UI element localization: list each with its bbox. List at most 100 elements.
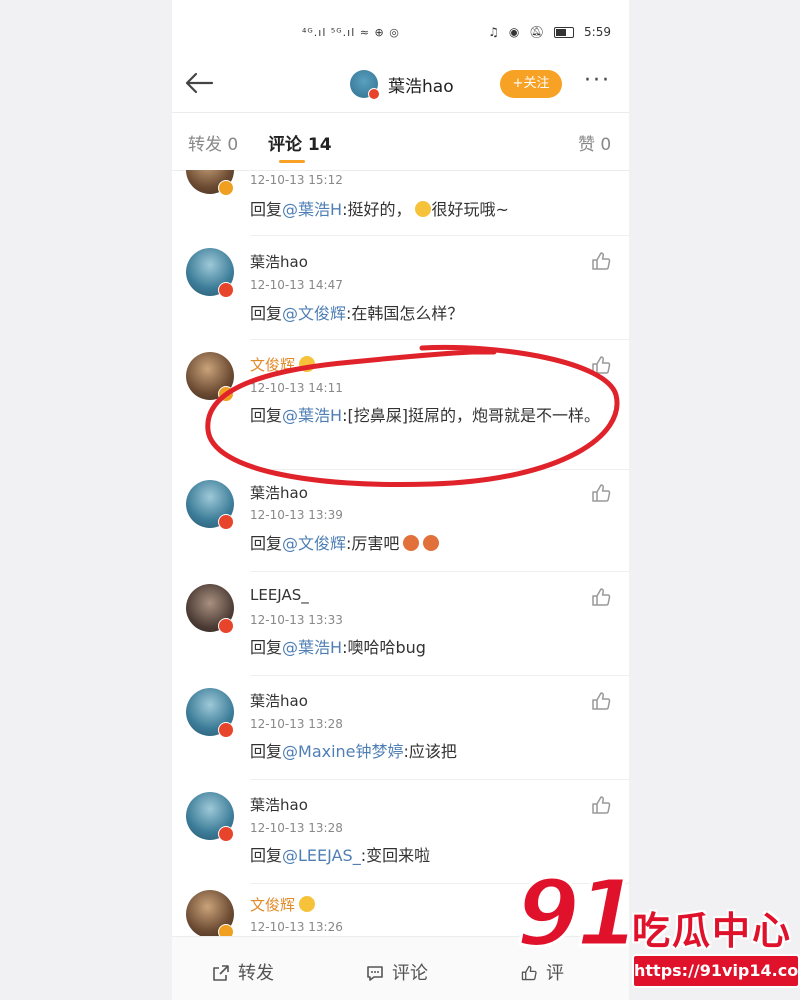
comment-button[interactable]: 评论 xyxy=(366,959,428,985)
comment-text: 回复@葉浩H:[挖鼻屎]挺屌的，炮哥就是不一样。 xyxy=(250,402,605,429)
like-thumb-icon[interactable] xyxy=(590,482,612,504)
author-name[interactable]: 文俊辉 xyxy=(250,896,295,914)
emoji-icon xyxy=(415,201,432,217)
status-icons: ⁴ᴳ.ıl ⁵ᴳ.ıl ≈ ⊕ ◎ xyxy=(302,26,400,39)
reply-prefix: 回复 xyxy=(250,406,283,425)
follow-button[interactable]: +关注 xyxy=(500,70,562,98)
comment-item: 文俊辉 12-10-13 14:11 回复@葉浩H:[挖鼻屎]挺屌的，炮哥就是不… xyxy=(172,340,629,470)
comment-time: 12-10-13 13:26 xyxy=(250,920,343,934)
comment-content: :变回来啦 xyxy=(360,846,431,865)
battery-icon xyxy=(554,27,575,38)
comment-author[interactable]: 葉浩hao xyxy=(250,482,308,503)
comment-text: 回复@LEEJAS_:变回来啦 xyxy=(250,842,605,869)
verified-badge-icon xyxy=(218,180,234,196)
tab-comment[interactable]: 评论 14 xyxy=(268,130,332,155)
reply-prefix: 回复 xyxy=(250,200,283,219)
profile-title[interactable]: 葉浩hao xyxy=(350,68,454,100)
comment-text: 回复@Maxine钟梦婷:应该把 xyxy=(250,738,605,765)
badge-icon xyxy=(218,722,234,738)
avatar[interactable] xyxy=(350,70,380,100)
emoji-icon xyxy=(299,896,316,912)
tab-like[interactable]: 赞 0 xyxy=(578,130,611,155)
comment-time: 12-10-13 13:28 xyxy=(250,717,343,731)
laugh-emoji-icon xyxy=(403,535,420,551)
comment-item: 12-10-13 15:12 回复@葉浩H:挺好的， 很好玩哦~ xyxy=(172,170,629,236)
comment-author[interactable]: 葉浩hao xyxy=(250,251,308,272)
like-thumb-icon[interactable] xyxy=(590,354,612,376)
comment-item: 葉浩hao 12-10-13 13:39 回复@文俊辉:厉害吧 xyxy=(172,470,629,572)
comment-label: 评论 xyxy=(392,963,428,984)
comment-text: 回复@葉浩H:噢哈哈bug xyxy=(250,634,605,661)
like-button[interactable]: 评 xyxy=(520,959,564,985)
comment-item: 文俊辉 12-10-13 13:26 xyxy=(172,884,629,936)
comment-content: :厉害吧 xyxy=(346,534,400,553)
comment-item: 葉浩hao 12-10-13 13:28 回复@LEEJAS_:变回来啦 xyxy=(172,780,629,884)
reply-prefix: 回复 xyxy=(250,304,283,323)
comment-text: 回复@文俊辉:在韩国怎么样？ xyxy=(250,300,605,327)
like-thumb-icon[interactable] xyxy=(590,690,612,712)
comment-list: 12-10-13 15:12 回复@葉浩H:挺好的， 很好玩哦~ 葉浩hao 12… xyxy=(172,170,629,936)
like-thumb-icon[interactable] xyxy=(590,250,612,272)
bottom-action-bar: 转发 评论 评 xyxy=(172,936,629,1000)
like-thumb-icon[interactable] xyxy=(590,586,612,608)
author-name[interactable]: 文俊辉 xyxy=(250,356,295,374)
status-time: 5:59 xyxy=(584,25,611,39)
comment-content: :在韩国怎么样？ xyxy=(346,304,464,323)
badge-icon xyxy=(218,826,234,842)
status-bar: ⁴ᴳ.ıl ⁵ᴳ.ıl ≈ ⊕ ◎ ♫ ◉ 🔕︎ 5:59 xyxy=(172,22,629,46)
share-icon xyxy=(213,965,229,981)
mute-icon: 🔕︎ xyxy=(529,25,545,39)
comment-time: 12-10-13 15:12 xyxy=(250,173,343,187)
like-thumb-icon xyxy=(521,965,537,981)
top-bar: 葉浩hao +关注 ··· xyxy=(172,56,629,113)
mention-link[interactable]: @葉浩H xyxy=(282,200,342,219)
eye-icon: ◉ xyxy=(508,25,520,39)
reply-prefix: 回复 xyxy=(250,846,283,865)
comment-author[interactable]: LEEJAS_ xyxy=(250,586,309,604)
reply-prefix: 回复 xyxy=(250,638,283,657)
badge-icon xyxy=(218,618,234,634)
comment-text: 回复@文俊辉:厉害吧 xyxy=(250,530,605,557)
reply-prefix: 回复 xyxy=(250,742,283,761)
verified-badge-icon xyxy=(218,386,234,402)
laugh-emoji-icon xyxy=(423,535,440,551)
comment-icon xyxy=(367,966,383,981)
repost-label: 转发 xyxy=(238,963,274,984)
comment-content: :[挖鼻屎]挺屌的，炮哥就是不一样。 xyxy=(342,406,600,425)
verified-badge-icon xyxy=(218,924,234,936)
comment-author[interactable]: 文俊辉 xyxy=(250,894,316,915)
mention-link[interactable]: @文俊辉 xyxy=(282,534,346,553)
watermark-title: 吃瓜中心 xyxy=(632,909,793,953)
comment-author[interactable]: 葉浩hao xyxy=(250,690,308,711)
mention-link[interactable]: @LEEJAS_ xyxy=(282,846,361,865)
comment-item: 葉浩hao 12-10-13 13:28 回复@Maxine钟梦婷:应该把 xyxy=(172,676,629,780)
comment-author[interactable]: 文俊辉 xyxy=(250,354,316,375)
repost-button[interactable]: 转发 xyxy=(212,959,274,985)
like-thumb-icon[interactable] xyxy=(590,794,612,816)
mention-link[interactable]: @葉浩H xyxy=(282,406,342,425)
emoji-icon xyxy=(299,356,316,372)
more-menu-icon[interactable]: ··· xyxy=(584,68,611,93)
comment-item: 葉浩hao 12-10-13 14:47 回复@文俊辉:在韩国怎么样？ xyxy=(172,236,629,340)
comment-time: 12-10-13 14:47 xyxy=(250,278,343,292)
mention-link[interactable]: @葉浩H xyxy=(282,638,342,657)
comment-time: 12-10-13 14:11 xyxy=(250,381,343,395)
comment-author[interactable]: 葉浩hao xyxy=(250,794,308,815)
comment-time: 12-10-13 13:39 xyxy=(250,508,343,522)
comment-content: :挺好的， xyxy=(342,200,412,219)
comment-time: 12-10-13 13:28 xyxy=(250,821,343,835)
comment-content: :噢哈哈bug xyxy=(342,638,426,657)
comment-item: LEEJAS_ 12-10-13 13:33 回复@葉浩H:噢哈哈bug xyxy=(172,572,629,676)
badge-icon xyxy=(218,514,234,530)
watermark-url: https://91vip14.com xyxy=(632,954,800,988)
mention-link[interactable]: @文俊辉 xyxy=(282,304,346,323)
like-label: 评 xyxy=(546,963,564,984)
headphone-icon: ♫ xyxy=(488,25,500,39)
active-tab-indicator xyxy=(279,160,305,163)
back-arrow-icon[interactable] xyxy=(182,66,216,100)
comment-time: 12-10-13 13:33 xyxy=(250,613,343,627)
badge-icon xyxy=(218,282,234,298)
reply-prefix: 回复 xyxy=(250,534,283,553)
tab-repost[interactable]: 转发 0 xyxy=(188,130,238,155)
mention-link[interactable]: @Maxine钟梦婷 xyxy=(282,742,404,761)
